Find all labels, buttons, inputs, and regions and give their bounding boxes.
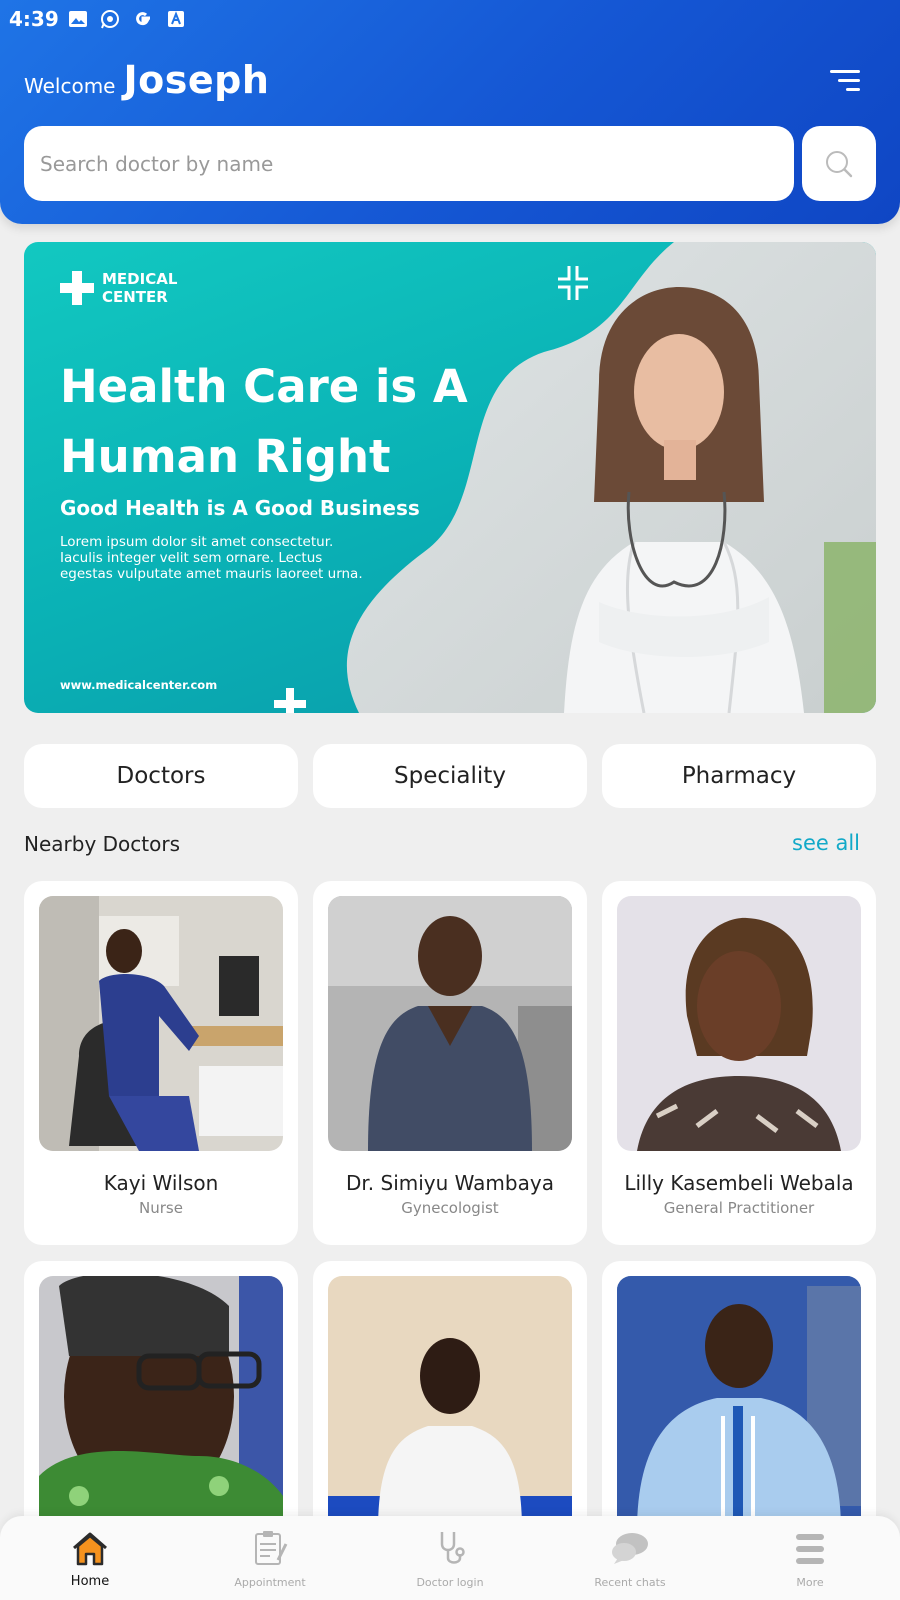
appointment-icon xyxy=(255,1531,288,1565)
search-box xyxy=(24,126,794,201)
nav-label: Appointment xyxy=(234,1576,306,1589)
promo-banner[interactable]: MEDICAL CENTER Health Care is A Human Ri… xyxy=(24,242,876,713)
filter-menu-icon[interactable] xyxy=(830,70,860,92)
nearby-doctors-title: Nearby Doctors xyxy=(24,832,180,856)
doctor-name: Kayi Wilson xyxy=(103,1171,219,1195)
banner-title: Health Care is A Human Right xyxy=(60,360,468,483)
doctor-photo xyxy=(39,1276,283,1531)
welcome-greeting: Welcome Joseph xyxy=(24,58,269,102)
stethoscope-icon xyxy=(440,1532,465,1564)
doctor-card[interactable]: Dr. Simiyu Wambaya Gynecologist xyxy=(313,881,587,1245)
doctor-photo xyxy=(328,896,572,1151)
nav-label: More xyxy=(796,1576,824,1589)
gallery-icon xyxy=(69,11,87,27)
nav-home[interactable]: Home xyxy=(0,1516,180,1600)
chat-icon xyxy=(612,1533,648,1564)
nav-doctor-login[interactable]: Doctor login xyxy=(360,1516,540,1600)
doctor-photo xyxy=(39,896,283,1151)
nav-more[interactable]: More xyxy=(720,1516,900,1600)
medical-cross-icon xyxy=(60,271,94,305)
google-icon xyxy=(136,12,150,26)
search-icon xyxy=(826,151,853,178)
doctor-name: Dr. Simiyu Wambaya xyxy=(346,1171,554,1195)
search-button[interactable] xyxy=(802,126,876,201)
translate-icon xyxy=(168,11,184,27)
bottom-navigation: Home Appointment Doctor login Recent cha… xyxy=(0,1516,900,1600)
doctor-card[interactable]: Kayi Wilson Nurse xyxy=(24,881,298,1245)
doctor-card[interactable]: Lilly Kasembeli Webala General Practitio… xyxy=(602,881,876,1245)
nav-appointment[interactable]: Appointment xyxy=(180,1516,360,1600)
whatsapp-icon xyxy=(101,10,119,29)
banner-url: www.medicalcenter.com xyxy=(60,678,218,692)
status-bar: 4:39 xyxy=(0,0,900,38)
doctor-role: Nurse xyxy=(139,1199,183,1217)
nav-label: Home xyxy=(70,1574,110,1589)
focus-frame-icon xyxy=(558,266,588,300)
nav-label: Recent chats xyxy=(594,1576,666,1589)
doctor-photo xyxy=(617,1276,861,1531)
welcome-label: Welcome xyxy=(24,74,116,98)
banner-brand: MEDICAL CENTER xyxy=(60,270,192,306)
doctor-role: Gynecologist xyxy=(401,1199,499,1217)
home-icon xyxy=(73,1532,107,1566)
category-speciality[interactable]: Speciality xyxy=(313,744,587,808)
doctor-role: General Practitioner xyxy=(663,1199,815,1217)
banner-subtitle: Good Health is A Good Business xyxy=(60,496,420,520)
see-all-link[interactable]: see all xyxy=(792,831,860,855)
small-cross-icon xyxy=(274,688,306,713)
category-doctors[interactable]: Doctors xyxy=(24,744,298,808)
app-header: 4:39 Welcome Joseph xyxy=(0,0,900,224)
user-name: Joseph xyxy=(123,58,270,102)
nav-recent-chats[interactable]: Recent chats xyxy=(540,1516,720,1600)
doctor-name: Lilly Kasembeli Webala xyxy=(624,1171,854,1195)
status-time: 4:39 xyxy=(9,7,59,31)
banner-body-text: Lorem ipsum dolor sit amet consectetur. … xyxy=(60,534,363,582)
nav-label: Doctor login xyxy=(416,1576,484,1589)
search-input[interactable] xyxy=(40,151,794,176)
doctor-photo xyxy=(328,1276,572,1531)
banner-brand-text: MEDICAL CENTER xyxy=(102,270,178,306)
doctor-photo xyxy=(617,896,861,1151)
more-menu-icon xyxy=(796,1534,824,1564)
category-pharmacy[interactable]: Pharmacy xyxy=(602,744,876,808)
